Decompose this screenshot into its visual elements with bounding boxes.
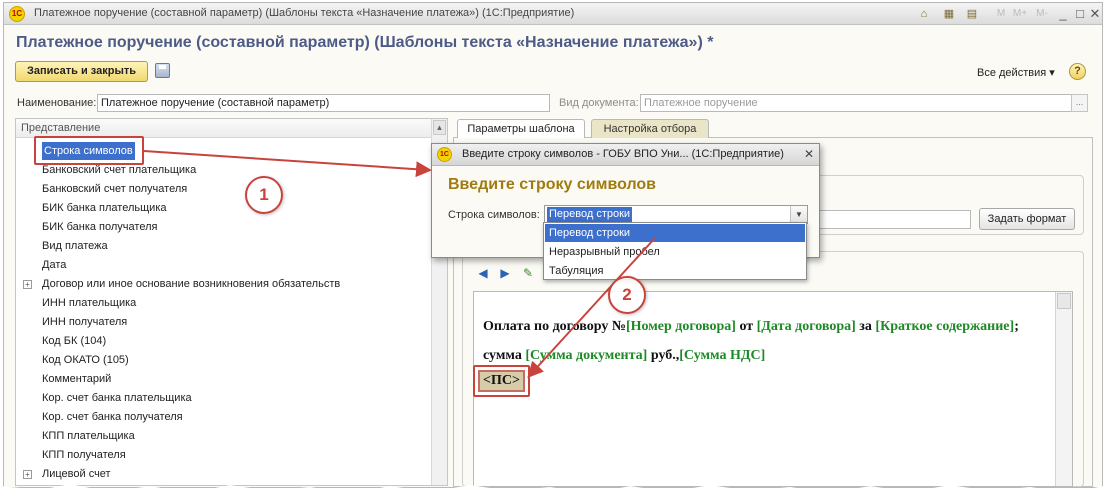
format-field[interactable] (808, 210, 971, 229)
dialog-close-button[interactable]: ✕ (802, 147, 816, 161)
option-line-break[interactable]: Перевод строки (545, 224, 805, 242)
option-nbsp[interactable]: Неразрывный пробел (545, 243, 805, 261)
param-contract-date[interactable]: [Дата договора] (757, 319, 856, 334)
tree-item[interactable]: Кор. счет банка плательщика (42, 389, 192, 407)
all-actions-menu[interactable]: Все действия ▾ (977, 66, 1055, 79)
param-short-content[interactable]: [Краткое содержание] (875, 319, 1014, 334)
param-contract-number[interactable]: [Номер договора] (626, 319, 736, 334)
form-title: Платежное поручение (составной параметр)… (16, 34, 714, 51)
name-field[interactable]: Платежное поручение (составной параметр) (97, 94, 550, 112)
option-tab[interactable]: Табуляция (545, 262, 805, 280)
parameters-tree: Представление ▲ Строка символов Банковск… (15, 118, 448, 486)
name-label: Наименование: (17, 97, 97, 109)
home-icon[interactable]: ⌂ (917, 7, 931, 21)
tab-template-params[interactable]: Параметры шаблона (457, 119, 585, 138)
memory-plus-button[interactable]: M+ (1012, 6, 1028, 22)
memory-minus-button[interactable]: M- (1034, 6, 1050, 22)
template-text: Оплата по договору №[Номер договора] от … (483, 312, 1053, 370)
highlight-box (473, 365, 530, 397)
chevron-down-icon[interactable]: ▼ (790, 206, 807, 223)
tree-item[interactable]: Дата (42, 256, 66, 274)
memory-m-button[interactable]: M (993, 6, 1009, 22)
selected-value: Перевод строки (547, 207, 633, 222)
text-segment: за (855, 319, 876, 334)
1c-logo-icon: 1С (9, 6, 25, 22)
param-vat-sum[interactable]: [Сумма НДС] (679, 348, 765, 363)
tree-item[interactable]: БИК банка получателя (42, 218, 157, 236)
calculator-icon[interactable]: ▦ (942, 7, 956, 21)
editor-scrollbar[interactable] (1055, 292, 1072, 486)
step-2-badge: 2 (608, 276, 646, 314)
tree-item[interactable]: Лицевой счет (42, 465, 111, 483)
highlight-box (34, 136, 144, 165)
close-button[interactable]: ✕ (1087, 6, 1102, 22)
choose-button[interactable]: ... (1071, 94, 1088, 112)
text-segment: Оплата по договору № (483, 319, 626, 334)
save-and-close-button[interactable]: Записать и закрыть (15, 61, 148, 82)
help-icon[interactable]: ? (1069, 63, 1086, 80)
title-bar: 1С Платежное поручение (составной параме… (4, 3, 1102, 25)
options-dropdown: Перевод строки Неразрывный пробел Табуля… (543, 222, 807, 280)
tab-filter-settings[interactable]: Настройка отбора (591, 119, 709, 138)
param-document-sum[interactable]: [Сумма документа] (525, 348, 647, 363)
set-format-button[interactable]: Задать формат (979, 208, 1075, 230)
text-segment: руб., (647, 348, 680, 363)
dialog-heading: Введите строку символов (448, 176, 657, 193)
scroll-up-icon[interactable] (1057, 293, 1071, 309)
arrow-right-icon[interactable]: ▶ (498, 266, 512, 280)
dialog-title: Введите строку символов - ГОБУ ВПО Уни..… (462, 148, 784, 160)
calendar-icon[interactable]: ▤ (965, 7, 979, 21)
expand-plus-icon[interactable]: + (23, 280, 32, 289)
doc-type-field[interactable]: Платежное поручение (640, 94, 1072, 112)
tree-item[interactable]: Код БК (104) (42, 332, 106, 350)
step-1-badge: 1 (245, 176, 283, 214)
tree-item[interactable]: КПП получателя (42, 446, 126, 464)
tree-item[interactable]: ИНН получателя (42, 313, 127, 331)
scroll-up-icon[interactable]: ▲ (433, 120, 446, 135)
window-title: Платежное поручение (составной параметр)… (34, 7, 575, 19)
tree-item[interactable]: КПП плательщика (42, 427, 135, 445)
tree-item[interactable]: Кор. счет банка получателя (42, 408, 183, 426)
tree-item[interactable]: Код ОКАТО (105) (42, 351, 129, 369)
1c-logo-icon: 1С (437, 147, 452, 162)
tree-item[interactable]: Банковский счет получателя (42, 180, 187, 198)
save-icon[interactable] (155, 63, 170, 78)
tree-item[interactable]: Вид платежа (42, 237, 108, 255)
text-segment: от (735, 319, 757, 334)
arrow-left-icon[interactable]: ◀ (476, 266, 490, 280)
template-editor[interactable]: Оплата по договору №[Номер договора] от … (473, 291, 1073, 487)
pencil-icon[interactable]: ✎ (521, 266, 535, 280)
string-label: Строка символов: (448, 209, 540, 221)
tree-item[interactable]: БИК банка плательщика (42, 199, 167, 217)
expand-plus-icon[interactable]: + (23, 470, 32, 479)
tree-item[interactable]: Договор или иное основание возникновения… (42, 275, 340, 293)
doc-type-label: Вид документа: (559, 97, 639, 109)
dialog-title-bar: 1С Введите строку символов - ГОБУ ВПО Ун… (432, 144, 819, 166)
maximize-button[interactable]: □ (1072, 6, 1088, 22)
minimize-button[interactable]: _ (1055, 6, 1071, 22)
tree-item[interactable]: ИНН плательщика (42, 294, 136, 312)
tree-item[interactable]: Комментарий (42, 370, 111, 388)
